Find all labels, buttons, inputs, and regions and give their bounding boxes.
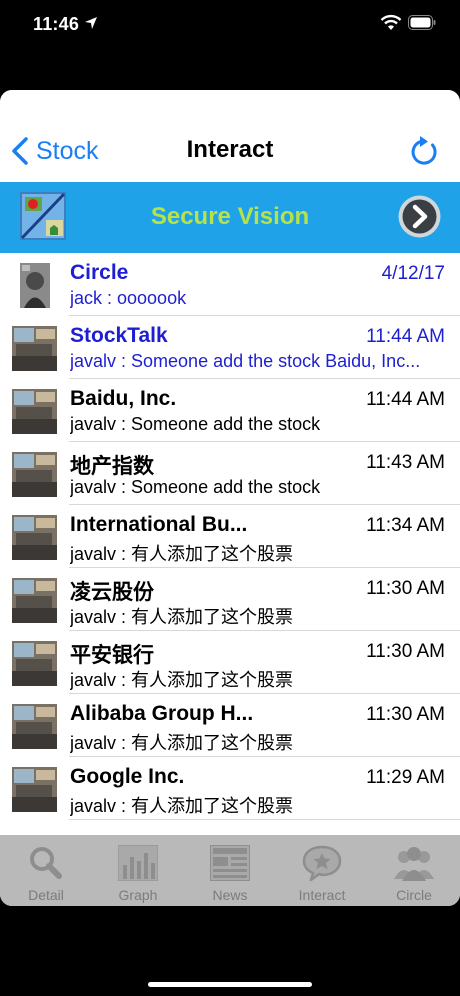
message-row-stocktalk[interactable]: StockTalk 11:44 AM javalv : Someone add …: [0, 316, 460, 379]
stock-thumbnail: [12, 578, 57, 623]
row-separator: [69, 819, 460, 820]
stock-thumbnail: [12, 326, 57, 371]
row-title: 平安银行: [70, 644, 154, 667]
home-indicator[interactable]: [148, 982, 312, 987]
tab-bar: Detail Graph News Interact Circle: [0, 835, 460, 906]
row-time: 11:43 AM: [366, 452, 445, 473]
page-title: Interact: [186, 136, 274, 163]
row-title: Baidu, Inc.: [70, 387, 177, 410]
stock-thumbnail: [12, 704, 57, 749]
row-subtitle: jack : ooooook: [70, 288, 187, 308]
navigation-bar: Stock Interact: [0, 90, 460, 182]
stock-thumbnail: [12, 767, 57, 812]
row-title: Google Inc.: [70, 765, 185, 788]
ad-banner[interactable]: Secure Vision: [0, 182, 460, 253]
arrow-circle-right-icon[interactable]: [397, 194, 442, 239]
stock-thumbnail: [12, 515, 57, 560]
newspaper-icon: [210, 845, 250, 881]
message-row-real-estate-index[interactable]: 地产指数 11:43 AM javalv : Someone add the s…: [0, 442, 460, 505]
wifi-icon: [380, 14, 402, 30]
stock-thumbnail: [12, 641, 57, 686]
row-title: StockTalk: [70, 324, 168, 347]
chat-star-icon: [302, 845, 342, 881]
row-subtitle: javalv : 有人添加了这个股票: [70, 544, 294, 564]
main-sheet: Stock Interact Secure Vision Circle 4/12…: [0, 90, 460, 906]
row-subtitle: javalv : 有人添加了这个股票: [70, 670, 294, 690]
tab-label: Graph: [118, 887, 158, 903]
row-time: 11:30 AM: [366, 704, 445, 725]
row-subtitle: javalv : 有人添加了这个股票: [70, 796, 294, 816]
row-title: 地产指数: [70, 455, 154, 478]
tab-interact[interactable]: Interact: [276, 835, 368, 906]
row-time: 11:34 AM: [366, 515, 445, 536]
bar-graph-icon: [118, 845, 158, 881]
row-time: 4/12/17: [381, 263, 445, 284]
message-row-circle[interactable]: Circle 4/12/17 jack : ooooook: [0, 253, 460, 316]
refresh-icon[interactable]: [408, 134, 440, 168]
tab-label: Interact: [298, 887, 346, 903]
row-title: Alibaba Group H...: [70, 702, 254, 725]
magnifier-icon: [30, 847, 62, 879]
message-row-ibm[interactable]: International Bu... 11:34 AM javalv : 有人…: [0, 505, 460, 568]
tab-detail[interactable]: Detail: [0, 835, 92, 906]
message-row-lingyun[interactable]: 凌云股份 11:30 AM javalv : 有人添加了这个股票: [0, 568, 460, 631]
tab-label: Detail: [28, 887, 64, 903]
row-time: 11:30 AM: [366, 641, 445, 662]
message-row-google[interactable]: Google Inc. 11:29 AM javalv : 有人添加了这个股票: [0, 757, 460, 820]
row-subtitle: javalv : Someone add the stock: [70, 477, 321, 497]
row-time: 11:44 AM: [366, 326, 445, 347]
row-title: 凌云股份: [70, 581, 154, 604]
tab-label: News: [212, 887, 248, 903]
row-title: International Bu...: [70, 513, 248, 536]
people-icon: [394, 847, 434, 881]
tab-label: Circle: [396, 887, 432, 903]
battery-icon: [408, 15, 436, 30]
tab-circle[interactable]: Circle: [368, 835, 460, 906]
row-title: Circle: [70, 261, 129, 284]
message-list: Circle 4/12/17 jack : ooooook StockTalk …: [0, 253, 460, 820]
status-bar: 11:46: [0, 0, 460, 52]
stock-thumbnail: [12, 452, 57, 497]
row-time: 11:44 AM: [366, 389, 445, 410]
row-subtitle: javalv : 有人添加了这个股票: [70, 733, 294, 753]
banner-text: Secure Vision: [150, 203, 310, 230]
circle-avatar: [20, 263, 50, 308]
row-subtitle: javalv : Someone add the stock Baidu, In…: [70, 351, 421, 371]
row-subtitle: javalv : Someone add the stock: [70, 414, 321, 434]
message-row-baidu[interactable]: Baidu, Inc. 11:44 AM javalv : Someone ad…: [0, 379, 460, 442]
row-time: 11:30 AM: [366, 578, 445, 599]
status-time: 11:46: [33, 14, 80, 34]
message-row-pingan-bank[interactable]: 平安银行 11:30 AM javalv : 有人添加了这个股票: [0, 631, 460, 694]
stock-thumbnail: [12, 389, 57, 434]
row-time: 11:29 AM: [366, 767, 445, 788]
row-subtitle: javalv : 有人添加了这个股票: [70, 607, 294, 627]
tab-graph[interactable]: Graph: [92, 835, 184, 906]
tab-news[interactable]: News: [184, 835, 276, 906]
message-row-alibaba[interactable]: Alibaba Group H... 11:30 AM javalv : 有人添…: [0, 694, 460, 757]
location-arrow-icon: [85, 17, 97, 29]
